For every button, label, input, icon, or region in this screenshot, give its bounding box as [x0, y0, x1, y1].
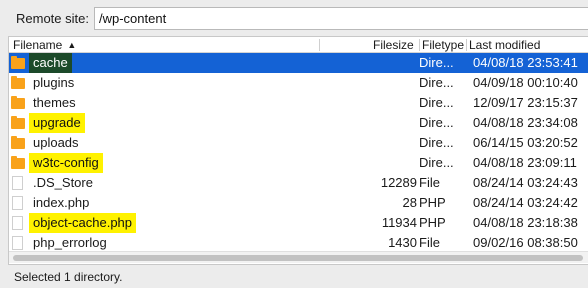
file-modified: 06/14/15 03:20:52: [473, 135, 578, 150]
file-row[interactable]: object-cache.php 11934 PHP 04/08/18 23:18:3…: [9, 213, 588, 233]
file-rows: cache Dire... 04/08/18 23:53:41 plugins Dire…: [9, 53, 588, 253]
file-row[interactable]: cache Dire... 04/08/18 23:53:41: [9, 53, 588, 73]
file-name-cell: themes: [9, 93, 339, 113]
file-row[interactable]: php_errorlog 1430 File 09/02/16 08:38:50: [9, 233, 588, 253]
file-row[interactable]: w3tc-config Dire... 04/08/18 23:09:11: [9, 153, 588, 173]
file-type: PHP: [419, 215, 446, 230]
scrollbar-thumb[interactable]: [13, 255, 583, 261]
file-name-cell: .DS_Store: [9, 173, 339, 193]
file-type: Dire...: [419, 55, 454, 70]
status-text: Selected 1 directory.: [14, 270, 123, 284]
file-name-cell: cache: [9, 53, 339, 73]
file-size: [339, 113, 417, 133]
file-modified: 04/08/18 23:53:41: [473, 55, 578, 70]
folder-icon: [11, 56, 25, 69]
file-size: [339, 133, 417, 153]
file-modified: 08/24/14 03:24:42: [473, 195, 578, 210]
horizontal-scrollbar[interactable]: [9, 251, 588, 263]
file-size: [339, 93, 417, 113]
file-modified: 08/24/14 03:24:43: [473, 175, 578, 190]
file-name-cell: object-cache.php: [9, 213, 339, 233]
file-type: File: [419, 175, 440, 190]
file-modified: 04/08/18 23:09:11: [473, 155, 577, 170]
file-name: plugins: [33, 75, 75, 90]
column-divider[interactable]: [419, 39, 420, 51]
file-size: [339, 53, 417, 73]
file-icon: [12, 216, 23, 230]
folder-icon: [11, 96, 25, 109]
file-name: w3tc-config: [29, 153, 103, 173]
column-divider[interactable]: [466, 39, 467, 51]
file-name: php_errorlog: [33, 235, 107, 250]
file-type: Dire...: [419, 115, 454, 130]
file-size: 11934: [381, 215, 417, 230]
folder-icon: [11, 116, 25, 129]
file-icon: [12, 176, 23, 190]
column-header-filetype[interactable]: Filetype: [422, 38, 464, 52]
sort-ascending-icon: ▲: [67, 40, 77, 50]
file-name: themes: [33, 95, 76, 110]
file-modified: 04/08/18 23:18:38: [473, 215, 578, 230]
file-name: cache: [29, 53, 72, 73]
remote-site-label: Remote site:: [16, 11, 89, 26]
status-bar: Selected 1 directory.: [8, 264, 588, 288]
file-row[interactable]: plugins Dire... 04/09/18 00:10:40: [9, 73, 588, 93]
file-row[interactable]: upgrade Dire... 04/08/18 23:34:08: [9, 113, 588, 133]
file-size: [339, 73, 417, 93]
file-name: .DS_Store: [33, 175, 93, 190]
file-name-cell: w3tc-config: [9, 153, 339, 173]
file-modified: 04/08/18 23:34:08: [473, 115, 578, 130]
file-type: Dire...: [419, 75, 454, 90]
column-header-filename-label: Filename: [13, 38, 63, 52]
file-name: upgrade: [29, 113, 85, 133]
file-icon: [12, 236, 23, 250]
file-list-header: Filename ▲ Filesize Filetype Last modifie…: [9, 37, 588, 53]
file-name-cell: uploads: [9, 133, 339, 153]
file-name-cell: plugins: [9, 73, 339, 93]
remote-file-list: Filename ▲ Filesize Filetype Last modifie…: [8, 36, 588, 264]
file-type: File: [419, 235, 440, 250]
folder-icon: [11, 76, 25, 89]
file-modified: 12/09/17 23:15:37: [473, 95, 578, 110]
column-header-filename[interactable]: Filename ▲: [13, 38, 76, 52]
file-icon: [12, 196, 23, 210]
folder-icon: [11, 136, 25, 149]
column-divider[interactable]: [319, 39, 320, 51]
file-name-cell: index.php: [9, 193, 339, 213]
file-modified: 04/09/18 00:10:40: [473, 75, 578, 90]
folder-icon: [11, 156, 25, 169]
file-type: PHP: [419, 195, 446, 210]
file-row[interactable]: .DS_Store 12289 File 08/24/14 03:24:43: [9, 173, 588, 193]
file-row[interactable]: index.php 28 PHP 08/24/14 03:24:42: [9, 193, 588, 213]
file-type: Dire...: [419, 135, 454, 150]
remote-path-input[interactable]: [94, 7, 588, 30]
column-header-last-modified[interactable]: Last modified: [469, 38, 540, 52]
column-header-filesize[interactable]: Filesize: [373, 38, 414, 52]
file-row[interactable]: themes Dire... 12/09/17 23:15:37: [9, 93, 588, 113]
file-modified: 09/02/16 08:38:50: [473, 235, 578, 250]
file-name: index.php: [33, 195, 90, 210]
file-name: object-cache.php: [29, 213, 137, 233]
file-name-cell: php_errorlog: [9, 233, 339, 253]
file-type: Dire...: [419, 95, 454, 110]
remote-site-bar: Remote site:: [0, 0, 588, 36]
file-name-cell: upgrade: [9, 113, 339, 133]
file-name: uploads: [33, 135, 79, 150]
file-size: 1430: [388, 235, 417, 250]
file-row[interactable]: uploads Dire... 06/14/15 03:20:52: [9, 133, 588, 153]
file-type: Dire...: [419, 155, 454, 170]
file-size: 28: [402, 195, 417, 210]
file-size: 12289: [380, 175, 417, 190]
file-size: [339, 153, 417, 173]
